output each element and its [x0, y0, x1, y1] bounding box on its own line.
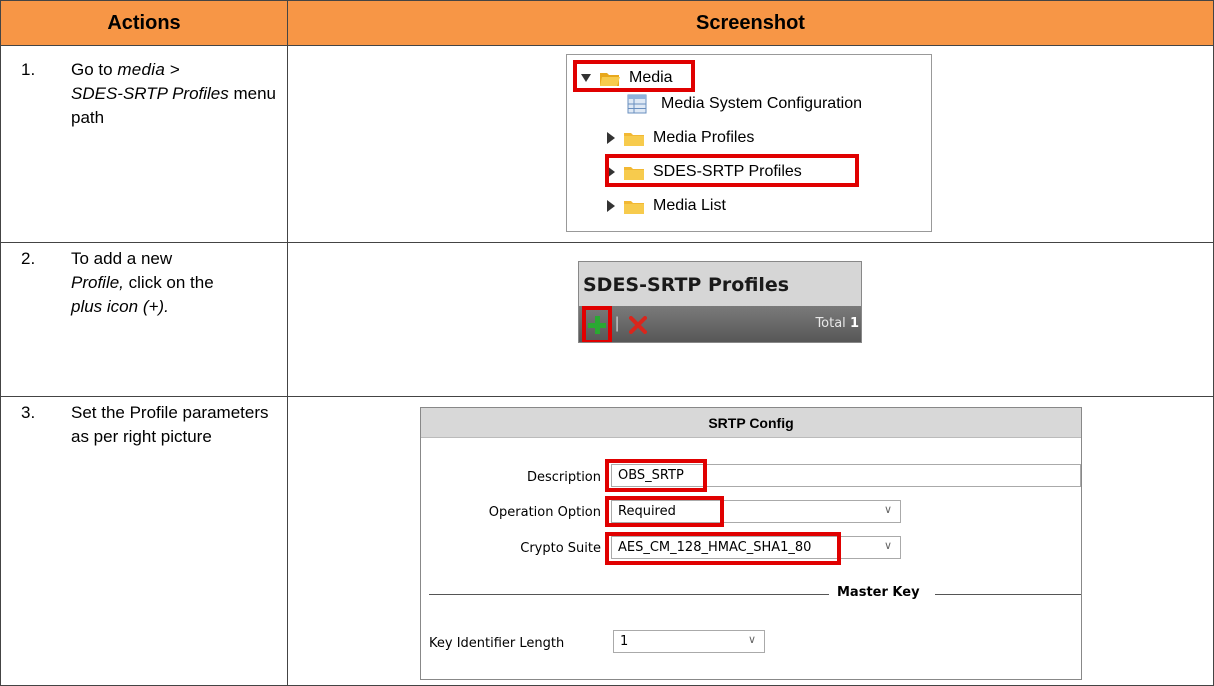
crypto-suite-label: Crypto Suite — [520, 541, 601, 556]
step-object: Profile, — [71, 273, 124, 292]
chevron-down-icon: ∨ — [883, 539, 892, 552]
highlight-box — [573, 60, 695, 92]
master-key-legend: Master Key — [837, 585, 920, 600]
profiles-panel: SDES-SRTP Profiles | Total 1 — [578, 261, 862, 343]
tree-item-media-list[interactable]: Media List — [607, 193, 726, 219]
step-icon-ref: plus icon (+). — [71, 297, 169, 316]
folder-icon — [624, 132, 644, 146]
screenshot-header: Screenshot — [287, 0, 1214, 46]
highlight-box — [605, 459, 707, 492]
step-number: 2. — [21, 249, 36, 268]
actions-header: Actions — [0, 0, 288, 46]
step-3-text: 3. Set the Profile parameters as per rig… — [21, 401, 281, 449]
step-text: To add a new — [71, 249, 173, 268]
step-1-text: 1. Go to media > SDES-SRTP Profiles menu… — [21, 58, 281, 130]
key-identifier-length-label: Key Identifier Length — [429, 636, 565, 651]
step-1-screenshot-cell: Media Media System Configuration Media P… — [287, 46, 1214, 243]
tree-item-label: Media List — [653, 197, 726, 214]
step-text: Set the Profile parameters as per right … — [71, 403, 269, 446]
expand-arrow-icon[interactable] — [607, 132, 615, 144]
highlight-box — [582, 306, 612, 342]
fieldset-divider — [935, 594, 1081, 595]
x-icon[interactable] — [629, 316, 647, 334]
tree-item-media-profiles[interactable]: Media Profiles — [607, 125, 754, 151]
tree-item-label: Media System Configuration — [661, 95, 862, 112]
path-separator: > — [165, 60, 180, 79]
key-identifier-length-select[interactable]: 1 ∨ — [613, 630, 765, 653]
folder-icon — [624, 200, 644, 214]
step-2-actions-cell: 2. To add a new Profile, click on the pl… — [0, 243, 288, 397]
step-1-actions-cell: 1. Go to media > SDES-SRTP Profiles menu… — [0, 46, 288, 243]
step-text: Go to — [71, 60, 118, 79]
menu-path-sdes-srtp: SDES-SRTP Profiles — [71, 84, 229, 103]
table-config-icon — [627, 94, 647, 114]
chevron-down-icon: ∨ — [747, 633, 756, 646]
menu-tree: Media Media System Configuration Media P… — [566, 54, 932, 232]
tree-item-label: Media Profiles — [653, 129, 755, 146]
highlight-box — [605, 496, 724, 527]
step-2-text: 2. To add a new Profile, click on the pl… — [21, 247, 281, 319]
srtp-config-panel: SRTP Config Description OBS_SRTP Operati… — [420, 407, 1082, 680]
step-number: 3. — [21, 403, 36, 422]
fieldset-divider — [429, 594, 829, 595]
step-3-actions-cell: 3. Set the Profile parameters as per rig… — [0, 397, 288, 686]
highlight-box — [605, 532, 841, 565]
panel-toolbar: | Total 1 — [579, 306, 861, 342]
tree-item-media-system-configuration[interactable]: Media System Configuration — [627, 91, 862, 117]
highlight-box — [605, 154, 859, 187]
toolbar-separator: | — [615, 315, 620, 332]
menu-path-media: media — [117, 60, 166, 79]
panel-title: SRTP Config — [421, 408, 1081, 438]
description-label: Description — [526, 470, 601, 485]
total-count: Total 1 — [815, 316, 859, 331]
step-3-screenshot-cell: SRTP Config Description OBS_SRTP Operati… — [287, 397, 1214, 686]
chevron-down-icon: ∨ — [883, 503, 892, 516]
operation-option-label: Operation Option — [488, 505, 601, 520]
step-text: click on the — [123, 273, 214, 292]
panel-title: SDES-SRTP Profiles — [579, 262, 861, 306]
step-2-screenshot-cell: SDES-SRTP Profiles | Total 1 — [287, 243, 1214, 397]
expand-arrow-icon[interactable] — [607, 200, 615, 212]
step-number: 1. — [21, 60, 36, 79]
